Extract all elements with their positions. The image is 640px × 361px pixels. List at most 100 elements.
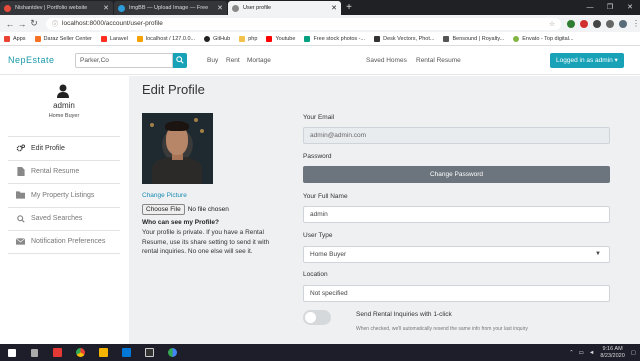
sidebar-item-label: Notification Preferences	[31, 238, 106, 246]
chrome-active-icon[interactable]	[161, 344, 184, 361]
start-windows-icon[interactable]	[0, 344, 23, 361]
window-controls: — ❐ ✕	[580, 0, 640, 15]
browser-tab-imgbb[interactable]: ImgBB — Upload Image — Free ✕	[114, 1, 227, 15]
system-clock[interactable]: 9:16 AM 8/23/2020	[600, 346, 624, 359]
bookmark-github[interactable]: GitHub	[204, 35, 230, 42]
choose-file-button[interactable]: Choose File	[142, 204, 185, 215]
change-picture-link[interactable]: Change Picture	[142, 192, 187, 199]
bookmark-label: Youtube	[275, 35, 296, 42]
sidebar-item-label: Rental Resume	[31, 168, 80, 176]
menu-dots-icon[interactable]: ⋮	[632, 19, 640, 28]
profile-photo	[142, 113, 213, 184]
bensound-icon	[443, 35, 450, 42]
bookmark-label: Laravel	[109, 35, 128, 42]
clock-date: 8/23/2020	[600, 352, 625, 359]
file-explorer-icon[interactable]	[92, 344, 115, 361]
bookmarks-bar: Apps Daraz Seller Center Laravel localho…	[0, 32, 640, 46]
search-button[interactable]	[173, 53, 187, 68]
nav-saved-homes-link[interactable]: Saved Homes	[366, 57, 407, 64]
tab-favicon-icon	[118, 4, 125, 12]
bookmark-vectors[interactable]: Desk Vectors, Phot...	[374, 35, 435, 42]
bookmark-php[interactable]: php	[239, 35, 258, 42]
chrome-icon[interactable]	[69, 344, 92, 361]
bookmark-envato[interactable]: Envato - Top digital...	[513, 35, 574, 42]
bookmark-daraz[interactable]: Daraz Seller Center	[34, 35, 92, 42]
nav-rental-resume-link[interactable]: Rental Resume	[416, 57, 461, 64]
file-status: No file chosen	[187, 206, 229, 213]
close-icon[interactable]: ✕	[103, 4, 109, 12]
search-icon	[176, 56, 184, 64]
extensions-area: ⋮	[567, 19, 640, 28]
search-icon	[16, 214, 25, 223]
network-icon[interactable]: ▭	[579, 350, 584, 356]
forward-arrow-icon[interactable]: →	[16, 19, 28, 29]
location-input[interactable]: Not specified	[303, 285, 610, 302]
profile-sidebar: admin Home Buyer Edit Profile Rental Res…	[0, 76, 128, 344]
nav-rent-link[interactable]: Rent	[226, 57, 240, 64]
extension-icon[interactable]	[606, 19, 614, 28]
photo-bokeh	[200, 129, 204, 133]
sidebar-menu: Edit Profile Rental Resume My Property L…	[8, 136, 120, 254]
new-tab-button[interactable]: +	[342, 1, 356, 15]
extension-icon[interactable]	[580, 19, 588, 28]
maximize-button[interactable]: ❐	[600, 0, 620, 15]
one-click-inquiry-toggle[interactable]	[303, 310, 331, 325]
terminal-icon[interactable]	[138, 344, 161, 361]
sidebar-item-label: Saved Searches	[31, 215, 83, 223]
bookmark-star-icon[interactable]: ☆	[549, 20, 555, 28]
sidebar-item-edit-profile[interactable]: Edit Profile	[8, 136, 120, 160]
photo-bokeh	[194, 118, 198, 122]
tab-title: Nishantdev | Portfolio website	[15, 5, 88, 11]
apps-grid-icon	[4, 35, 10, 42]
user-dropdown-button[interactable]: Logged in as admin ▾	[550, 53, 624, 68]
sidebar-item-rental-resume[interactable]: Rental Resume	[8, 159, 120, 184]
bookmark-label: Bensound | Royalty...	[452, 35, 505, 42]
close-icon[interactable]: ✕	[217, 4, 223, 12]
chevron-down-icon: ▼	[595, 251, 601, 257]
minimize-button[interactable]: —	[580, 0, 600, 15]
brand-logo[interactable]: NepEstate	[8, 55, 55, 65]
phpmyadmin-icon	[136, 35, 143, 42]
browser-tab-user-profile[interactable]: User profile ✕	[228, 1, 341, 15]
info-icon[interactable]: ⓘ	[52, 19, 58, 28]
browser-tab-portfolio[interactable]: Nishantdev | Portfolio website ✕	[0, 1, 113, 15]
bookmark-youtube[interactable]: Youtube	[266, 35, 296, 42]
bookmark-apps[interactable]: Apps	[4, 35, 26, 42]
close-icon[interactable]: ✕	[331, 4, 337, 12]
user-type-select[interactable]: Home Buyer ▼	[303, 246, 610, 263]
bookmark-label: Daraz Seller Center	[43, 35, 92, 42]
bookmark-laravel[interactable]: Laravel	[100, 35, 128, 42]
bookmark-label: Desk Vectors, Phot...	[383, 35, 435, 42]
bookmark-pexels[interactable]: Free stock photos -...	[304, 35, 365, 42]
flash-app-icon[interactable]	[46, 344, 69, 361]
change-password-button[interactable]: Change Password	[303, 166, 610, 183]
chevron-up-icon[interactable]: ⌃	[569, 350, 574, 356]
email-label: Your Email	[303, 114, 335, 121]
nav-mortage-link[interactable]: Mortage	[247, 57, 271, 64]
bookmark-label: php	[248, 35, 258, 42]
search-input[interactable]: Parker,Co	[75, 53, 173, 68]
nav-buy-link[interactable]: Buy	[207, 57, 218, 64]
user-type-value: Home Buyer	[310, 251, 347, 258]
location-label: Location	[303, 271, 328, 278]
page-title: Edit Profile	[142, 82, 205, 97]
full-name-input[interactable]: admin	[303, 206, 610, 223]
notifications-icon[interactable]: ▢	[631, 350, 636, 356]
profile-avatar-icon[interactable]	[619, 19, 627, 28]
url-input[interactable]: ⓘ localhost:8000/account/user-profile ☆	[46, 17, 561, 30]
bookmark-localhost[interactable]: localhost / 127.0.0...	[136, 35, 196, 42]
sidebar-item-saved-searches[interactable]: Saved Searches	[8, 206, 120, 231]
bookmark-bensound[interactable]: Bensound | Royalty...	[443, 35, 505, 42]
sidebar-item-notification-preferences[interactable]: Notification Preferences	[8, 230, 120, 254]
task-view-icon[interactable]	[23, 344, 46, 361]
bookmark-label: Envato - Top digital...	[522, 35, 574, 42]
back-arrow-icon[interactable]: ←	[4, 19, 16, 29]
extension-icon[interactable]	[567, 19, 575, 28]
vscode-icon[interactable]	[115, 344, 138, 361]
sidebar-item-property-listings[interactable]: My Property Listings	[8, 183, 120, 207]
reload-icon[interactable]: ↻	[28, 18, 40, 29]
close-window-button[interactable]: ✕	[620, 0, 640, 15]
extension-icon[interactable]	[593, 19, 601, 28]
bookmark-label: localhost / 127.0.0...	[145, 35, 196, 42]
volume-icon[interactable]: ◄	[589, 350, 594, 356]
